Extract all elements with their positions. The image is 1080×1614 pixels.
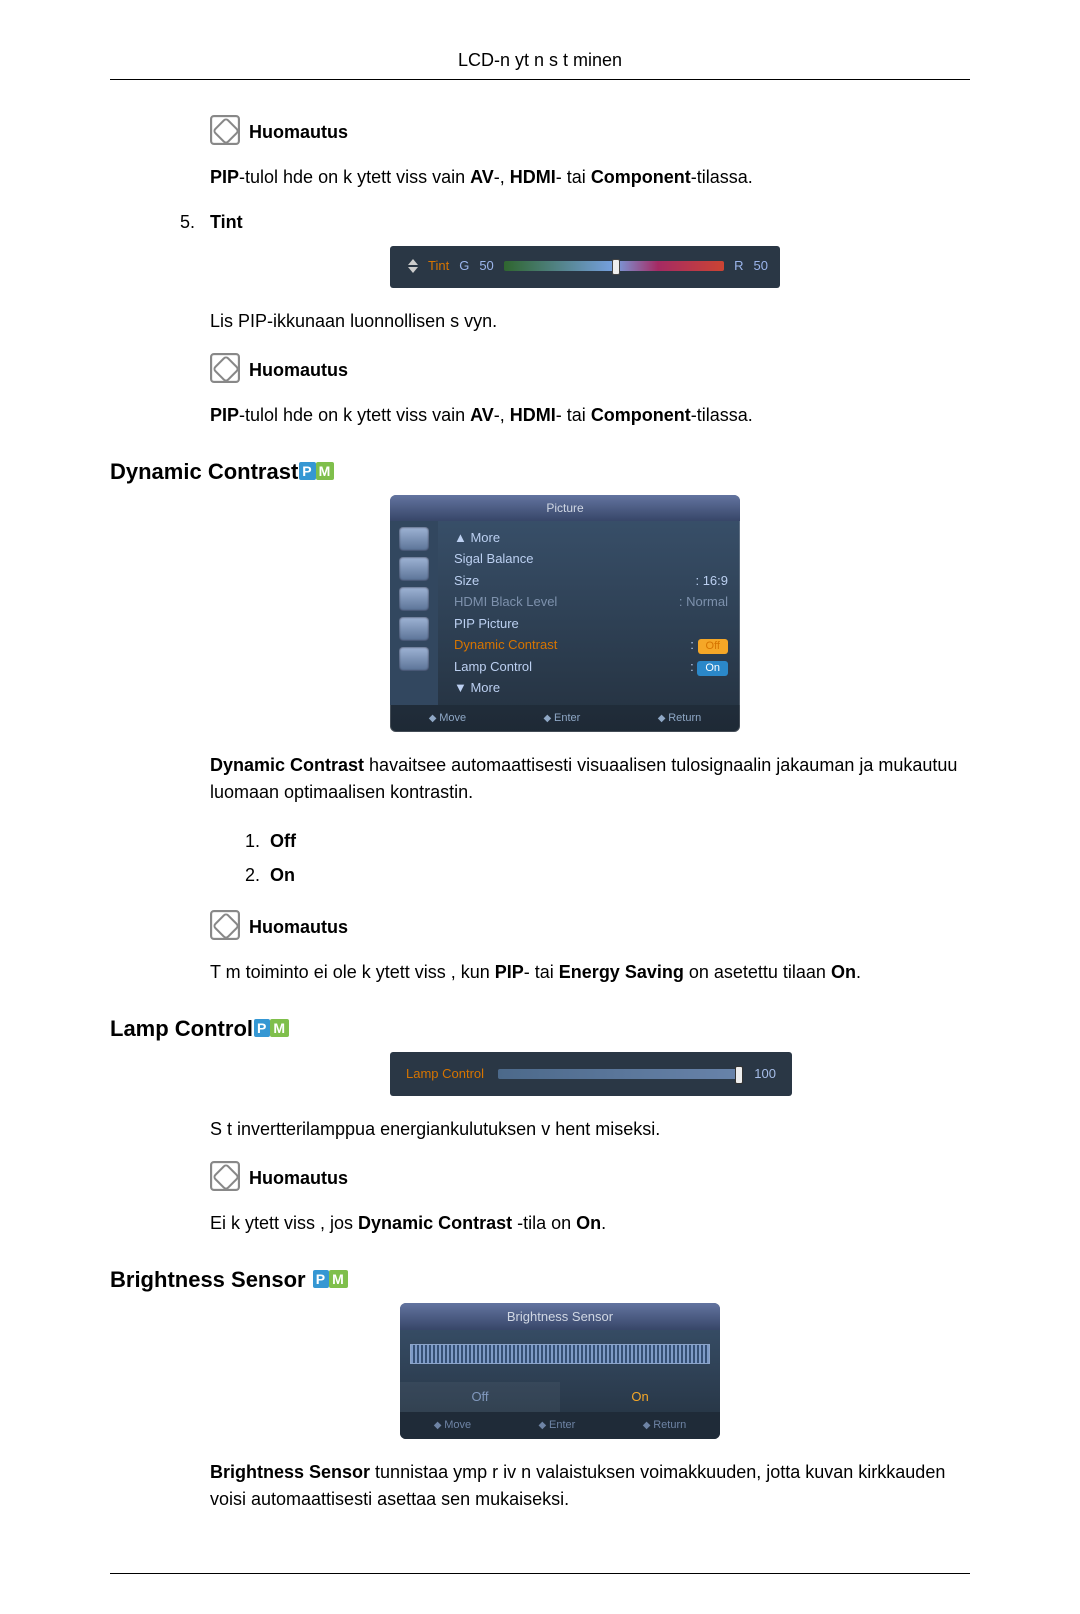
dynamic-options: 1.Off 2.On <box>245 824 970 892</box>
slider-thumb[interactable] <box>735 1066 743 1084</box>
bs-title: Brightness Sensor <box>400 1303 720 1331</box>
osd-lamp-control: Lamp Control 100 <box>390 1052 792 1096</box>
bs-footer: Move Enter Return <box>400 1412 720 1440</box>
menu-row: HDMI Black Level: Normal <box>454 591 728 613</box>
footer-rule <box>110 1573 970 1574</box>
pill-on: On <box>697 661 728 676</box>
menu-row[interactable]: Sigal Balance <box>454 548 728 570</box>
note-icon <box>210 910 240 940</box>
page-header: LCD-n yt n s t minen <box>110 50 970 80</box>
tint-slider[interactable] <box>504 261 724 271</box>
menu-more-up[interactable]: ▲ More <box>454 528 500 548</box>
note-3: Huomautus <box>210 910 970 941</box>
menu-row[interactable]: Lamp Control: On <box>454 656 728 678</box>
heading-brightness-sensor: Brightness Sensor PM <box>110 1267 970 1293</box>
lamp-note-text: Ei k ytett viss , jos Dynamic Contrast -… <box>210 1210 970 1237</box>
pip-source-note-1: PIP-tulol hde on k ytett viss vain AV-, … <box>210 164 970 191</box>
footer-enter: Enter <box>544 710 581 727</box>
note-icon <box>210 1161 240 1191</box>
pill-off: Off <box>698 639 728 654</box>
osd-brightness-sensor: Brightness Sensor Off On Move Enter Retu… <box>400 1303 720 1440</box>
pm-icon: PM <box>299 463 334 479</box>
osd-picture-menu: Picture ▲ More Sigal Balance Size: 16:9 … <box>390 495 740 733</box>
pm-icon: PM <box>254 1020 289 1036</box>
heading-lamp-control: Lamp ControlPM <box>110 1016 970 1042</box>
note-4: Huomautus <box>210 1161 970 1192</box>
triangle-up-icon <box>408 259 418 265</box>
menu-sidebar <box>390 521 438 705</box>
lamp-value: 100 <box>754 1064 776 1084</box>
menu-more-down[interactable]: ▼ More <box>454 678 500 698</box>
menu-title: Picture <box>390 495 740 521</box>
dynamic-contrast-description: Dynamic Contrast havaitsee automaattises… <box>210 752 970 806</box>
sidebar-icon[interactable] <box>399 617 429 641</box>
brightness-sensor-description: Brightness Sensor tunnistaa ymp r iv n v… <box>210 1459 970 1513</box>
bs-bar <box>410 1344 710 1364</box>
lamp-slider[interactable] <box>498 1069 740 1079</box>
footer-move: Move <box>429 710 466 727</box>
dynamic-note-text: T m toiminto ei ole k ytett viss , kun P… <box>210 959 970 986</box>
sidebar-icon[interactable] <box>399 647 429 671</box>
note-1: Huomautus <box>210 115 970 146</box>
sidebar-icon[interactable] <box>399 527 429 551</box>
osd-tint-control: Tint G 50 R 50 <box>390 246 780 288</box>
tint-description: Lis PIP-ikkunaan luonnollisen s vyn. <box>210 308 970 335</box>
slider-thumb[interactable] <box>612 259 620 275</box>
tint-label: Tint <box>428 256 449 276</box>
menu-row[interactable]: Size: 16:9 <box>454 570 728 592</box>
note-icon <box>210 353 240 383</box>
note-label: Huomautus <box>249 122 348 142</box>
lamp-label: Lamp Control <box>406 1064 484 1084</box>
list-item-tint: 5. Tint <box>180 209 970 236</box>
sidebar-icon[interactable] <box>399 557 429 581</box>
pm-icon: PM <box>313 1271 348 1287</box>
menu-rows: ▲ More Sigal Balance Size: 16:9 HDMI Bla… <box>438 521 740 705</box>
lamp-description: S t invertterilamppua energiankulutuksen… <box>210 1116 970 1143</box>
bs-option-on[interactable]: On <box>560 1382 720 1412</box>
triangle-down-icon <box>408 267 418 273</box>
footer-return: Return <box>658 710 702 727</box>
menu-footer: Move Enter Return <box>390 705 740 733</box>
heading-dynamic-contrast: Dynamic ContrastPM <box>110 459 970 485</box>
note-2: Huomautus <box>210 353 970 384</box>
bs-option-off[interactable]: Off <box>400 1382 560 1412</box>
menu-row-selected[interactable]: Dynamic Contrast: Off <box>454 634 728 656</box>
note-icon <box>210 115 240 145</box>
menu-row[interactable]: PIP Picture <box>454 613 728 635</box>
pip-source-note-2: PIP-tulol hde on k ytett viss vain AV-, … <box>210 402 970 429</box>
sidebar-icon[interactable] <box>399 587 429 611</box>
